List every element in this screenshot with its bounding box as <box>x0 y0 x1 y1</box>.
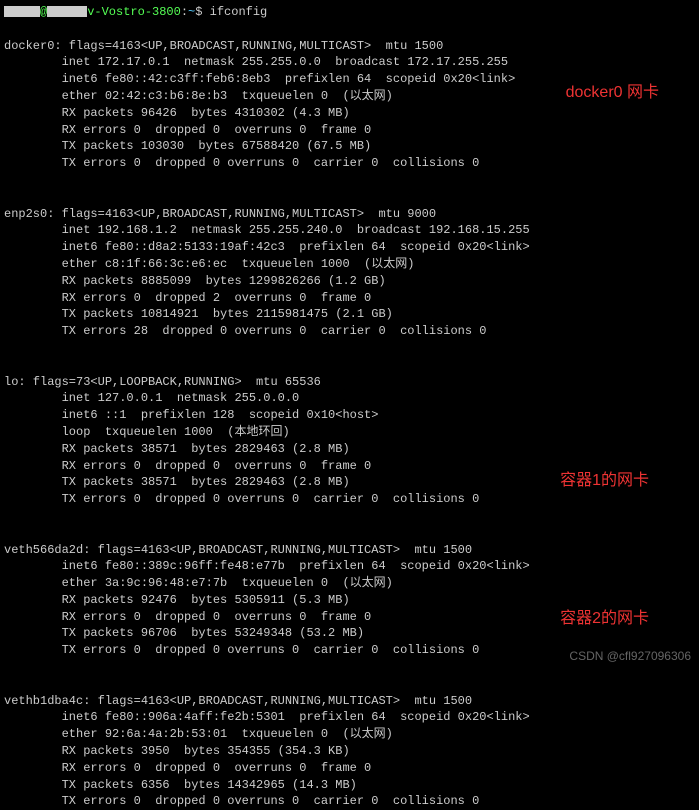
at-sign: @ <box>40 5 47 19</box>
iface-line: TX errors 0 dropped 0 overruns 0 carrier… <box>4 156 479 170</box>
iface-line: RX errors 0 dropped 0 overruns 0 frame 0 <box>4 459 371 473</box>
iface-line: TX packets 10814921 bytes 2115981475 (2.… <box>4 307 393 321</box>
iface-veth2: vethb1dba4c: flags=4163<UP,BROADCAST,RUN… <box>4 676 695 810</box>
hostname: v-Vostro-3800 <box>87 5 181 19</box>
iface-line: RX errors 0 dropped 0 overruns 0 frame 0 <box>4 761 371 775</box>
iface-line: RX packets 8885099 bytes 1299826266 (1.2… <box>4 274 386 288</box>
iface-line: TX packets 38571 bytes 2829463 (2.8 MB) <box>4 475 350 489</box>
watermark: CSDN @cfl927096306 <box>569 648 691 665</box>
iface-line: TX errors 28 dropped 0 overruns 0 carrie… <box>4 324 486 338</box>
annotation-container2: 容器2的网卡 <box>560 608 649 630</box>
iface-veth1: veth566da2d: flags=4163<UP,BROADCAST,RUN… <box>4 525 695 659</box>
annotation-docker0: docker0 网卡 <box>566 82 659 104</box>
command-text: ifconfig <box>210 5 268 19</box>
iface-line: inet6 fe80::42:c3ff:feb6:8eb3 prefixlen … <box>4 72 515 86</box>
iface-enp2s0: enp2s0: flags=4163<UP,BROADCAST,RUNNING,… <box>4 189 695 340</box>
iface-line: ether 02:42:c3:b6:8e:b3 txqueuelen 0 (以太… <box>4 89 393 103</box>
iface-line: ether 3a:9c:96:48:e7:7b txqueuelen 0 (以太… <box>4 576 393 590</box>
iface-line: ether c8:1f:66:3c:e6:ec txqueuelen 1000 … <box>4 257 414 271</box>
iface-header: veth566da2d: flags=4163<UP,BROADCAST,RUN… <box>4 543 472 557</box>
iface-line: RX errors 0 dropped 0 overruns 0 frame 0 <box>4 610 371 624</box>
terminal-prompt[interactable]: @v-Vostro-3800:~$ ifconfig <box>4 4 695 21</box>
iface-line: inet6 fe80::389c:96ff:fe48:e77b prefixle… <box>4 559 530 573</box>
iface-line: TX packets 103030 bytes 67588420 (67.5 M… <box>4 139 371 153</box>
iface-line: RX packets 92476 bytes 5305911 (5.3 MB) <box>4 593 350 607</box>
iface-line: inet 172.17.0.1 netmask 255.255.0.0 broa… <box>4 55 508 69</box>
iface-header: enp2s0: flags=4163<UP,BROADCAST,RUNNING,… <box>4 207 436 221</box>
iface-header: lo: flags=73<UP,LOOPBACK,RUNNING> mtu 65… <box>4 375 321 389</box>
iface-line: RX packets 96426 bytes 4310302 (4.3 MB) <box>4 106 350 120</box>
iface-line: loop txqueuelen 1000 (本地环回) <box>4 425 290 439</box>
iface-line: RX packets 38571 bytes 2829463 (2.8 MB) <box>4 442 350 456</box>
redacted-host <box>47 6 87 17</box>
iface-header: docker0: flags=4163<UP,BROADCAST,RUNNING… <box>4 39 443 53</box>
iface-line: inet6 ::1 prefixlen 128 scopeid 0x10<hos… <box>4 408 378 422</box>
iface-line: TX packets 96706 bytes 53249348 (53.2 MB… <box>4 626 364 640</box>
iface-line: inet 192.168.1.2 netmask 255.255.240.0 b… <box>4 223 530 237</box>
iface-line: inet6 fe80::906a:4aff:fe2b:5301 prefixle… <box>4 710 530 724</box>
annotation-container1: 容器1的网卡 <box>560 470 649 492</box>
iface-header: vethb1dba4c: flags=4163<UP,BROADCAST,RUN… <box>4 694 472 708</box>
iface-line: TX packets 6356 bytes 14342965 (14.3 MB) <box>4 778 357 792</box>
redacted-user <box>4 6 40 17</box>
iface-line: RX errors 0 dropped 0 overruns 0 frame 0 <box>4 123 371 137</box>
iface-line: inet6 fe80::d8a2:5133:19af:42c3 prefixle… <box>4 240 530 254</box>
iface-line: TX errors 0 dropped 0 overruns 0 carrier… <box>4 794 479 808</box>
iface-line: TX errors 0 dropped 0 overruns 0 carrier… <box>4 492 479 506</box>
iface-line: inet 127.0.0.1 netmask 255.0.0.0 <box>4 391 299 405</box>
iface-line: ether 92:6a:4a:2b:53:01 txqueuelen 0 (以太… <box>4 727 393 741</box>
iface-line: TX errors 0 dropped 0 overruns 0 carrier… <box>4 643 479 657</box>
iface-line: RX errors 0 dropped 2 overruns 0 frame 0 <box>4 291 371 305</box>
iface-line: RX packets 3950 bytes 354355 (354.3 KB) <box>4 744 350 758</box>
